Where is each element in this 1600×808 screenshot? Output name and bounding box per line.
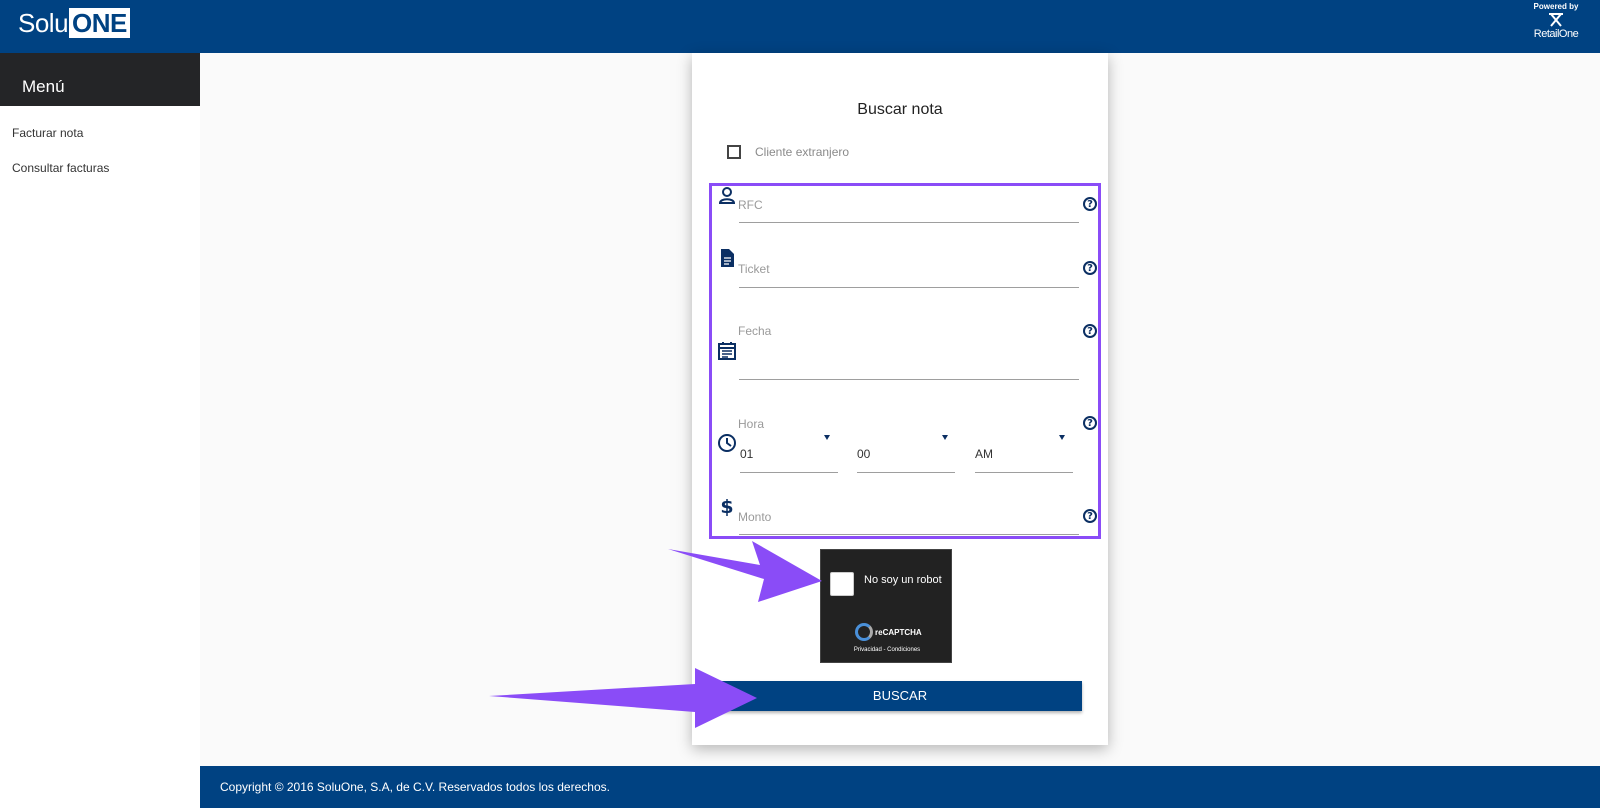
- ampm-chevron-down-icon[interactable]: [1059, 435, 1065, 440]
- ampm-select[interactable]: [975, 472, 1073, 473]
- retailone-label: RetailOne: [1533, 28, 1579, 40]
- hour-select[interactable]: [740, 472, 838, 473]
- hora-help-icon[interactable]: ?: [1083, 416, 1097, 430]
- menu-title: Menú: [0, 53, 200, 106]
- minute-select-value[interactable]: 00: [857, 447, 870, 461]
- sidebar-item-consultar-facturas[interactable]: Consultar facturas: [0, 151, 200, 186]
- hour-select-value[interactable]: 01: [740, 447, 753, 461]
- ticket-field-label: Ticket: [738, 262, 770, 276]
- monto-help-icon[interactable]: ?: [1083, 509, 1097, 523]
- rfc-input[interactable]: [739, 222, 1079, 223]
- recaptcha-checkbox[interactable]: [830, 572, 854, 596]
- calendar-icon: [717, 341, 737, 361]
- hora-field-label: Hora: [738, 417, 765, 431]
- ticket-help-icon[interactable]: ?: [1083, 261, 1097, 275]
- fecha-field-label: Fecha: [738, 324, 772, 338]
- arrow-to-search-button-icon: [489, 668, 757, 728]
- sidebar: Menú Facturar nota Consultar facturas: [0, 53, 200, 808]
- recaptcha-links[interactable]: Privacidad - Condiciones: [821, 647, 953, 653]
- rfc-help-icon[interactable]: ?: [1083, 197, 1097, 211]
- minute-chevron-down-icon[interactable]: [942, 435, 948, 440]
- logo-text-left: Solu: [18, 7, 69, 38]
- document-icon: [717, 248, 737, 268]
- foreign-client-checkbox[interactable]: [727, 145, 741, 159]
- powered-by-label: Powered by: [1533, 2, 1579, 11]
- search-button[interactable]: BUSCAR: [718, 681, 1082, 711]
- clock-icon: [717, 433, 737, 453]
- minute-select[interactable]: [857, 472, 955, 473]
- footer: Copyright © 2016 SoluOne, S.A, de C.V. R…: [200, 766, 1600, 808]
- foreign-client-row[interactable]: Cliente extranjero: [727, 145, 849, 159]
- sidebar-item-facturar-nota[interactable]: Facturar nota: [0, 116, 200, 151]
- top-bar: Solu ONE Powered by RetailOne: [0, 0, 1600, 53]
- arrow-to-captcha-icon: [668, 541, 822, 602]
- recaptcha-brand: reCAPTCHA: [875, 628, 922, 637]
- ampm-select-value[interactable]: AM: [975, 447, 993, 461]
- logo-text-boxed: ONE: [69, 8, 130, 38]
- monto-field-label: Monto: [738, 510, 772, 524]
- fecha-input[interactable]: [739, 379, 1079, 380]
- page-title: Buscar nota: [857, 101, 943, 118]
- recaptcha-logo-icon: [855, 623, 873, 641]
- retailone-logo-icon: [1549, 13, 1563, 27]
- fields-highlight-box: [709, 183, 1101, 539]
- rfc-field-label: RFC: [738, 198, 763, 212]
- soluone-logo[interactable]: Solu ONE: [18, 8, 130, 38]
- person-icon: [717, 186, 737, 206]
- recaptcha-widget: No soy un robot reCAPTCHA Privacidad - C…: [820, 549, 952, 663]
- powered-by-retailone: Powered by RetailOne: [1526, 2, 1586, 40]
- ticket-input[interactable]: [739, 287, 1079, 288]
- fecha-help-icon[interactable]: ?: [1083, 324, 1097, 338]
- foreign-client-label: Cliente extranjero: [755, 145, 850, 159]
- dollar-icon: $: [720, 496, 734, 518]
- hour-chevron-down-icon[interactable]: [824, 435, 830, 440]
- recaptcha-label: No soy un robot: [864, 574, 942, 586]
